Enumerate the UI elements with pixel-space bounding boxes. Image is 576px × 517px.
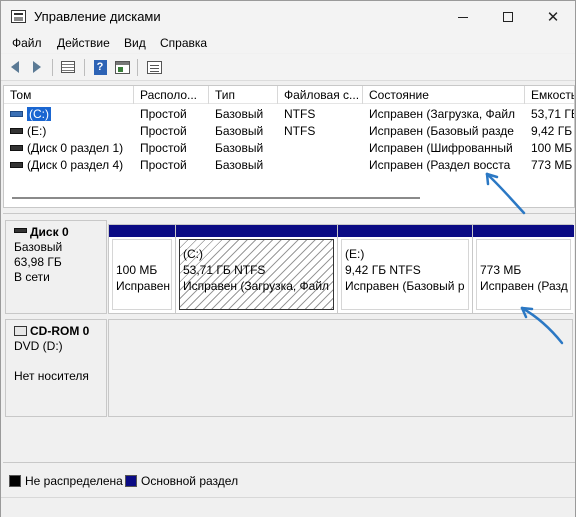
callout-arrows <box>485 172 564 345</box>
callout-arrow-partition <box>520 306 564 345</box>
callout-arrow-volume <box>485 172 526 215</box>
